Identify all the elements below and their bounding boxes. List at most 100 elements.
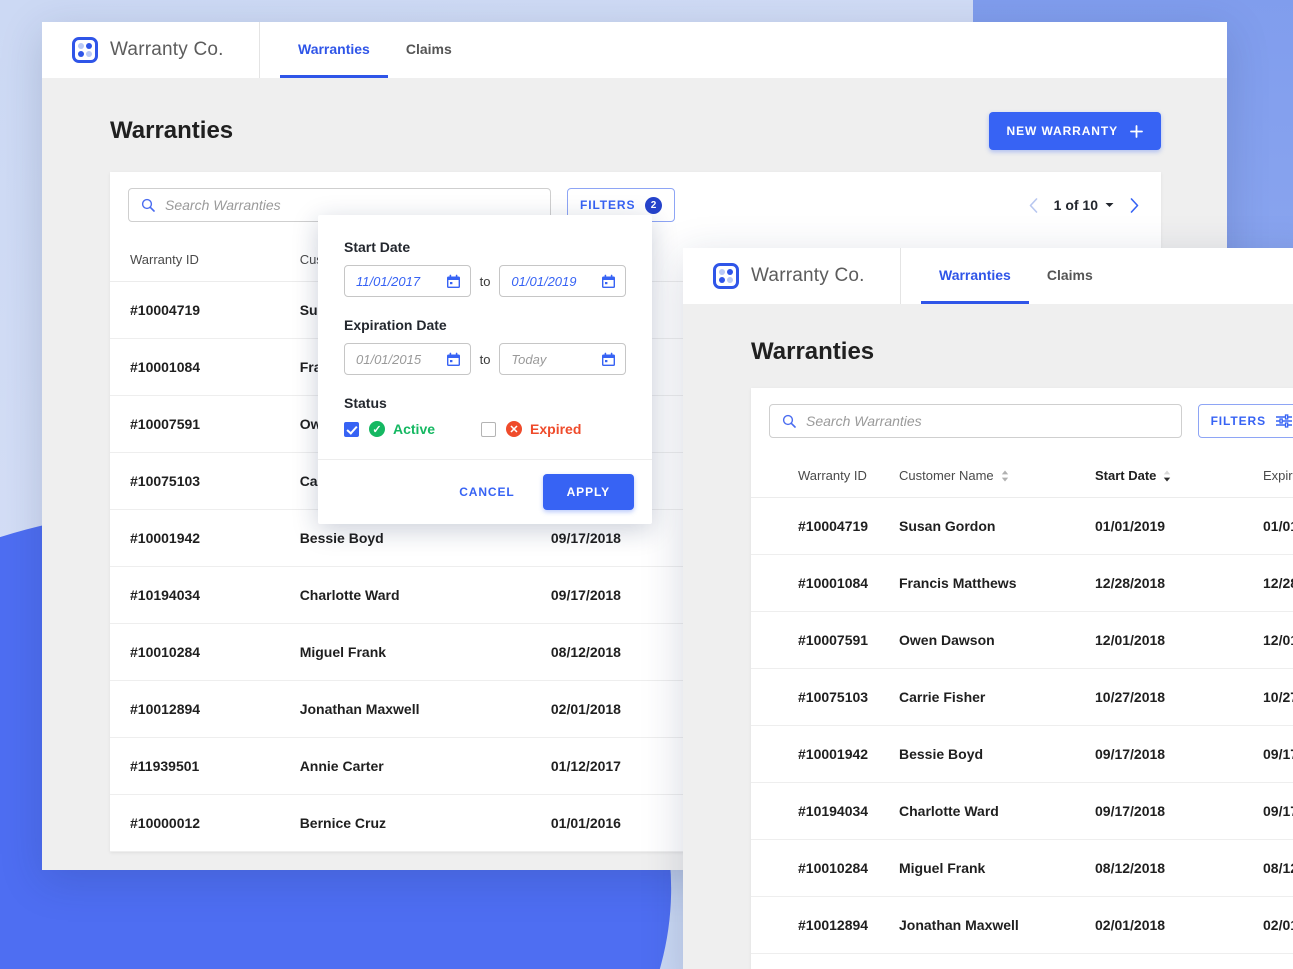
status-option-expired[interactable]: ✕ Expired (481, 421, 581, 437)
cell-customer-name: Bernice Cruz (299, 794, 551, 852)
nav-tabs: Warranties Claims (260, 22, 470, 78)
col-start-date-sort[interactable]: Start Date (1095, 468, 1171, 483)
cell-start-date: 12/01/2018 (1095, 611, 1263, 669)
page-selector[interactable]: 1 of 10 (1054, 197, 1114, 213)
chevron-left-icon[interactable] (1029, 197, 1038, 213)
page-header: Warranties NEW WARRANTY (42, 78, 1227, 172)
col-warranty-id: Warranty ID (110, 238, 300, 282)
check-circle-icon: ✓ (369, 421, 385, 437)
cell-customer-name: Bessie Boyd (899, 725, 1095, 783)
status-filter-label: Status (344, 395, 387, 411)
start-date-from-field[interactable]: 11/01/2017 (344, 265, 471, 297)
start-date-from-value: 11/01/2017 (356, 273, 421, 289)
cell-expiration-date: 01/12/2020 (1263, 953, 1293, 969)
tab-warranties[interactable]: Warranties (921, 248, 1029, 304)
cell-customer-name: Annie Carter (299, 737, 551, 795)
cell-start-date: 10/27/2018 (1095, 668, 1263, 726)
table-row[interactable]: #10001084Francis Matthews12/28/201812/28… (751, 554, 1293, 612)
table-row[interactable]: #10010284Miguel Frank08/12/201808/12/202… (751, 839, 1293, 897)
tab-claims[interactable]: Claims (388, 22, 470, 78)
cell-start-date: 09/17/2018 (1095, 782, 1263, 840)
cell-warranty-id: #10007591 (110, 395, 300, 453)
col-customer-name-sort[interactable]: Customer Name (899, 468, 1009, 483)
table-header-row: Warranty ID Customer Name (751, 454, 1293, 498)
cell-expiration-date: 09/17/2021 (1263, 782, 1293, 840)
table-row[interactable]: #10007591Owen Dawson12/01/201812/01/2021 (751, 611, 1293, 669)
calendar-icon[interactable] (446, 352, 461, 367)
tab-claims[interactable]: Claims (1029, 248, 1111, 304)
cell-start-date: 01/01/2019 (1095, 497, 1263, 555)
expiration-date-from-field[interactable]: 01/01/2015 (344, 343, 471, 375)
brand-name: Warranty Co. (110, 39, 224, 60)
cell-customer-name: Charlotte Ward (299, 566, 551, 624)
col-start-date: Start Date (1095, 454, 1263, 498)
search-input[interactable] (806, 413, 1169, 429)
brand-name: Warranty Co. (751, 265, 865, 286)
cancel-button[interactable]: CANCEL (447, 475, 526, 509)
table-row[interactable]: #11939501Annie Carter01/12/201701/12/202… (751, 953, 1293, 969)
apply-button[interactable]: APPLY (542, 474, 634, 510)
expired-status-text: ✕ Expired (506, 421, 581, 437)
four-dot-square-logo-icon (72, 37, 98, 63)
active-status-text: ✓ Active (369, 421, 435, 437)
sort-icon (1001, 470, 1009, 482)
brand[interactable]: Warranty Co. (42, 22, 260, 78)
cell-expiration-date: 01/01/2022 (1263, 497, 1293, 555)
cell-start-date: 09/17/2018 (1095, 725, 1263, 783)
chevron-right-icon[interactable] (1130, 197, 1139, 213)
cell-start-date: 08/12/2018 (1095, 839, 1263, 897)
new-warranty-button[interactable]: NEW WARRANTY (988, 112, 1161, 150)
expiration-date-to-label: to (479, 351, 491, 367)
warranties-table: Warranty ID Customer Name (751, 454, 1293, 969)
search-box[interactable] (769, 404, 1182, 438)
search-icon (782, 414, 796, 428)
start-date-to-field[interactable]: 01/01/2019 (499, 265, 626, 297)
cell-warranty-id: #10001084 (110, 338, 300, 396)
pagination: 1 of 10 (1029, 197, 1143, 213)
cell-expiration-date: 09/17/2021 (1263, 725, 1293, 783)
col-expiration-date-sort[interactable]: Expiration Date (1263, 468, 1293, 483)
filters-badge: 2 (645, 196, 663, 214)
cell-warranty-id: #10001942 (751, 725, 899, 783)
brand[interactable]: Warranty Co. (683, 248, 901, 304)
cell-customer-name: Jonathan Maxwell (299, 680, 551, 738)
plus-icon (1130, 124, 1143, 138)
calendar-icon[interactable] (446, 274, 461, 289)
filters-button[interactable]: FILTERS (1197, 404, 1293, 438)
cell-warranty-id: #10007591 (751, 611, 899, 669)
calendar-icon[interactable] (601, 274, 616, 289)
cell-expiration-date: 10/27/2021 (1263, 668, 1293, 726)
cell-warranty-id: #11939501 (110, 737, 300, 795)
start-date-label: Start Date (344, 239, 411, 255)
warranties-card: FILTERS Warranty ID (751, 388, 1293, 969)
col-warranty-id: Warranty ID (751, 454, 899, 498)
cell-warranty-id: #10004719 (751, 497, 899, 555)
cell-warranty-id: #10001084 (751, 554, 899, 612)
expired-checkbox[interactable] (481, 421, 497, 437)
table-row[interactable]: #10075103Carrie Fisher10/27/201810/27/20… (751, 668, 1293, 726)
table-row[interactable]: #10004719Susan Gordon01/01/201901/01/202… (751, 497, 1293, 555)
status-filter-options: ✓ Active ✕ Expired (344, 421, 626, 437)
sliders-icon (1276, 414, 1292, 428)
tab-warranties[interactable]: Warranties (280, 22, 388, 78)
active-checkbox[interactable] (344, 421, 359, 437)
four-dot-square-logo-icon (713, 263, 739, 289)
app-topbar: Warranty Co. Warranties Claims (42, 22, 1227, 78)
cell-expiration-date: 12/01/2021 (1263, 611, 1293, 669)
cell-warranty-id: #10004719 (110, 281, 300, 339)
col-expiration-date: Expiration Date (1263, 454, 1293, 498)
cell-start-date: 02/01/2018 (1095, 896, 1263, 954)
status-option-active[interactable]: ✓ Active (344, 421, 435, 437)
cell-start-date: 12/28/2018 (1095, 554, 1263, 612)
table-row[interactable]: #10001942Bessie Boyd09/17/201809/17/2021 (751, 725, 1293, 783)
expiration-date-to-field[interactable]: Today (499, 343, 626, 375)
calendar-icon[interactable] (601, 352, 616, 367)
col-expiration-date-label: Expiration Date (1263, 468, 1293, 483)
cell-customer-name: Carrie Fisher (899, 668, 1095, 726)
search-input[interactable] (165, 197, 538, 213)
cell-warranty-id: #10012894 (751, 896, 899, 954)
table-row[interactable]: #10012894Jonathan Maxwell02/01/201802/01… (751, 896, 1293, 954)
cell-warranty-id: #10010284 (110, 623, 300, 681)
filters-popover-footer: CANCEL APPLY (318, 459, 652, 524)
table-row[interactable]: #10194034Charlotte Ward09/17/201809/17/2… (751, 782, 1293, 840)
